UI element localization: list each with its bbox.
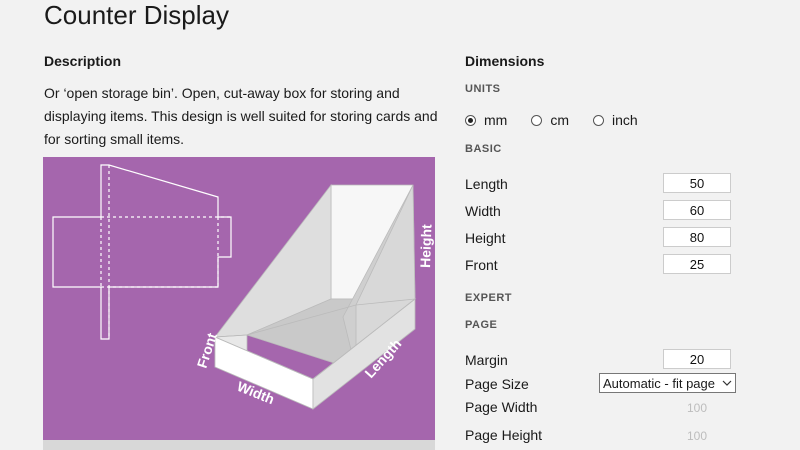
label-height: Height: [417, 224, 435, 268]
box-diagram: Front Width Length Height: [52, 164, 435, 410]
units-label-cm: cm: [550, 112, 569, 128]
dieline-pattern: [52, 164, 232, 340]
page-height-label: Page Height: [465, 427, 543, 443]
units-heading: UNITS: [465, 83, 501, 95]
page-size-select[interactable]: Automatic - fit page: [599, 373, 736, 393]
page-width-label: Page Width: [465, 399, 538, 415]
page-title: Counter Display: [44, 0, 229, 30]
units-radio-mm[interactable]: mm: [465, 112, 507, 128]
page-size-label: Page Size: [465, 376, 529, 392]
height-input[interactable]: [663, 227, 731, 247]
units-radio-group: mm cm inch: [465, 112, 662, 128]
box-3d: [214, 183, 417, 410]
margin-label: Margin: [465, 352, 508, 368]
radio-unselected-icon[interactable]: [593, 114, 604, 126]
units-radio-inch[interactable]: inch: [593, 112, 638, 128]
width-label: Width: [465, 203, 501, 219]
chevron-down-icon[interactable]: [719, 378, 735, 389]
radio-unselected-icon[interactable]: [531, 114, 543, 126]
length-input[interactable]: [663, 173, 731, 193]
page-size-value: Automatic - fit page: [603, 375, 715, 391]
page-height-value: 100: [686, 429, 708, 443]
illustration-footer-strip: [43, 440, 435, 450]
front-input[interactable]: [663, 254, 731, 274]
margin-input[interactable]: [663, 349, 731, 369]
width-input[interactable]: [663, 200, 731, 220]
length-label: Length: [465, 176, 508, 192]
description-heading: Description: [44, 53, 122, 69]
height-label: Height: [465, 230, 506, 246]
radio-selected-icon[interactable]: [465, 114, 476, 126]
units-radio-cm[interactable]: cm: [531, 112, 569, 128]
basic-heading: BASIC: [465, 143, 502, 155]
expert-heading[interactable]: EXPERT: [465, 292, 512, 304]
units-label-inch: inch: [612, 112, 638, 128]
dimensions-heading: Dimensions: [465, 53, 545, 69]
page-width-value: 100: [686, 401, 708, 415]
front-label: Front: [465, 257, 498, 273]
units-label-mm: mm: [484, 112, 508, 128]
description-text: Or ‘open storage bin’. Open, cut-away bo…: [44, 85, 438, 147]
box-illustration: Front Width Length Height: [43, 157, 435, 440]
page-heading: PAGE: [465, 319, 498, 331]
